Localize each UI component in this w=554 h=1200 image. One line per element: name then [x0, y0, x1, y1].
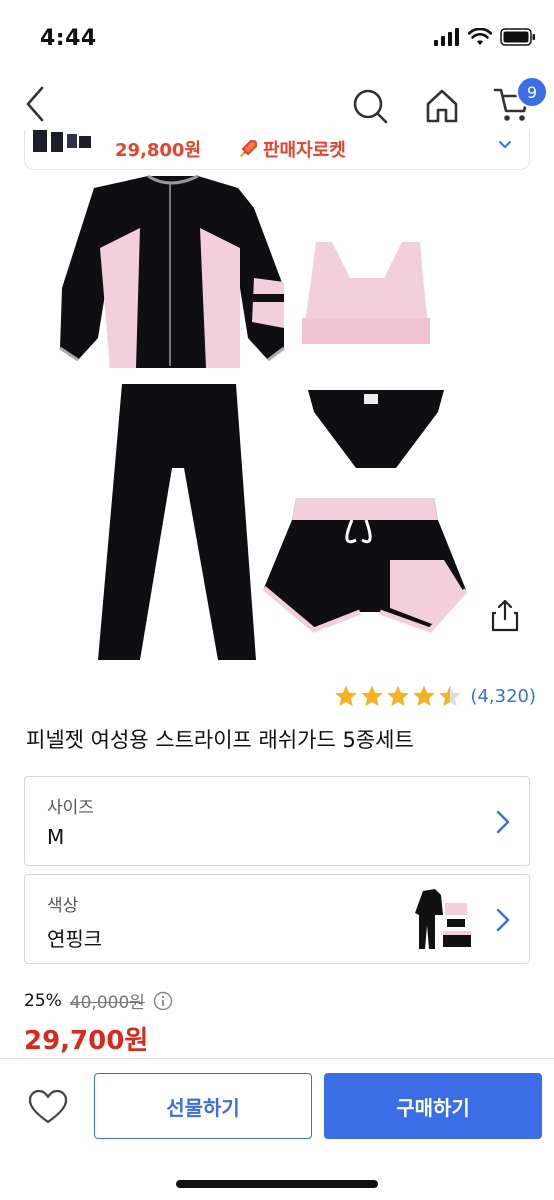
leggings-illustration: [98, 384, 256, 660]
navigation-bar: [0, 72, 554, 138]
gift-button[interactable]: 선물하기: [94, 1073, 312, 1139]
board-shorts-illustration: [262, 498, 468, 633]
heart-icon[interactable]: [28, 1089, 68, 1125]
signal-icon: [434, 28, 459, 46]
size-option-value: M: [47, 825, 65, 849]
product-title: 피넬젯 여성용 스트라이프 래쉬가드 5종세트: [26, 728, 414, 752]
color-option-value: 연핑크: [47, 927, 103, 951]
size-option-selector[interactable]: 사이즈 M: [24, 776, 530, 866]
seller-rocket-label: 판매자로켓: [263, 140, 346, 161]
sports-bra-illustration: [302, 242, 430, 344]
sticky-price-banner[interactable]: 29,800원 판매자로켓: [24, 130, 530, 170]
color-option-selector[interactable]: 색상 연핑크: [24, 874, 530, 964]
chevron-down-icon[interactable]: [495, 134, 515, 154]
battery-icon: [500, 28, 535, 46]
star-half-icon: [439, 685, 462, 706]
buy-now-button[interactable]: 구매하기: [324, 1073, 542, 1139]
product-thumbnail: [33, 130, 91, 152]
seller-rocket-badge: 판매자로켓: [237, 136, 346, 162]
home-icon[interactable]: [422, 86, 462, 126]
share-icon[interactable]: [490, 598, 520, 632]
search-icon[interactable]: [350, 86, 390, 126]
star-icon: [387, 685, 410, 706]
chevron-right-icon: [496, 810, 510, 834]
color-option-thumbnail: [415, 889, 471, 949]
rocket-icon: [240, 140, 257, 157]
info-icon[interactable]: [153, 991, 173, 1011]
color-option-label: 색상: [47, 896, 79, 916]
review-count[interactable]: (4,320): [470, 686, 536, 707]
size-option-label: 사이즈: [47, 798, 94, 818]
star-icon: [413, 685, 436, 706]
status-icons: [434, 28, 536, 46]
banner-price: 29,800원: [115, 140, 202, 161]
chevron-right-icon: [496, 908, 510, 932]
home-indicator: [176, 1180, 378, 1188]
rashguard-jacket-illustration: [59, 174, 285, 368]
swim-bottom-illustration: [308, 390, 444, 468]
wifi-icon: [468, 28, 492, 45]
status-bar: 4:44: [0, 0, 554, 80]
cart-count-badge: 9: [516, 76, 548, 108]
discount-rate: 25%: [24, 990, 62, 1011]
sale-price: 29,700원: [24, 1026, 149, 1056]
original-price: 40,000원: [69, 993, 145, 1013]
product-rating[interactable]: (4,320): [334, 684, 536, 708]
discount-row: 25% 40,000원: [24, 988, 173, 1013]
bottom-action-bar: 선물하기 구매하기: [0, 1058, 554, 1200]
status-time: 4:44: [40, 26, 97, 51]
product-image[interactable]: [40, 168, 514, 668]
star-icon: [335, 685, 358, 706]
star-icon: [361, 685, 384, 706]
back-icon[interactable]: [20, 84, 52, 124]
